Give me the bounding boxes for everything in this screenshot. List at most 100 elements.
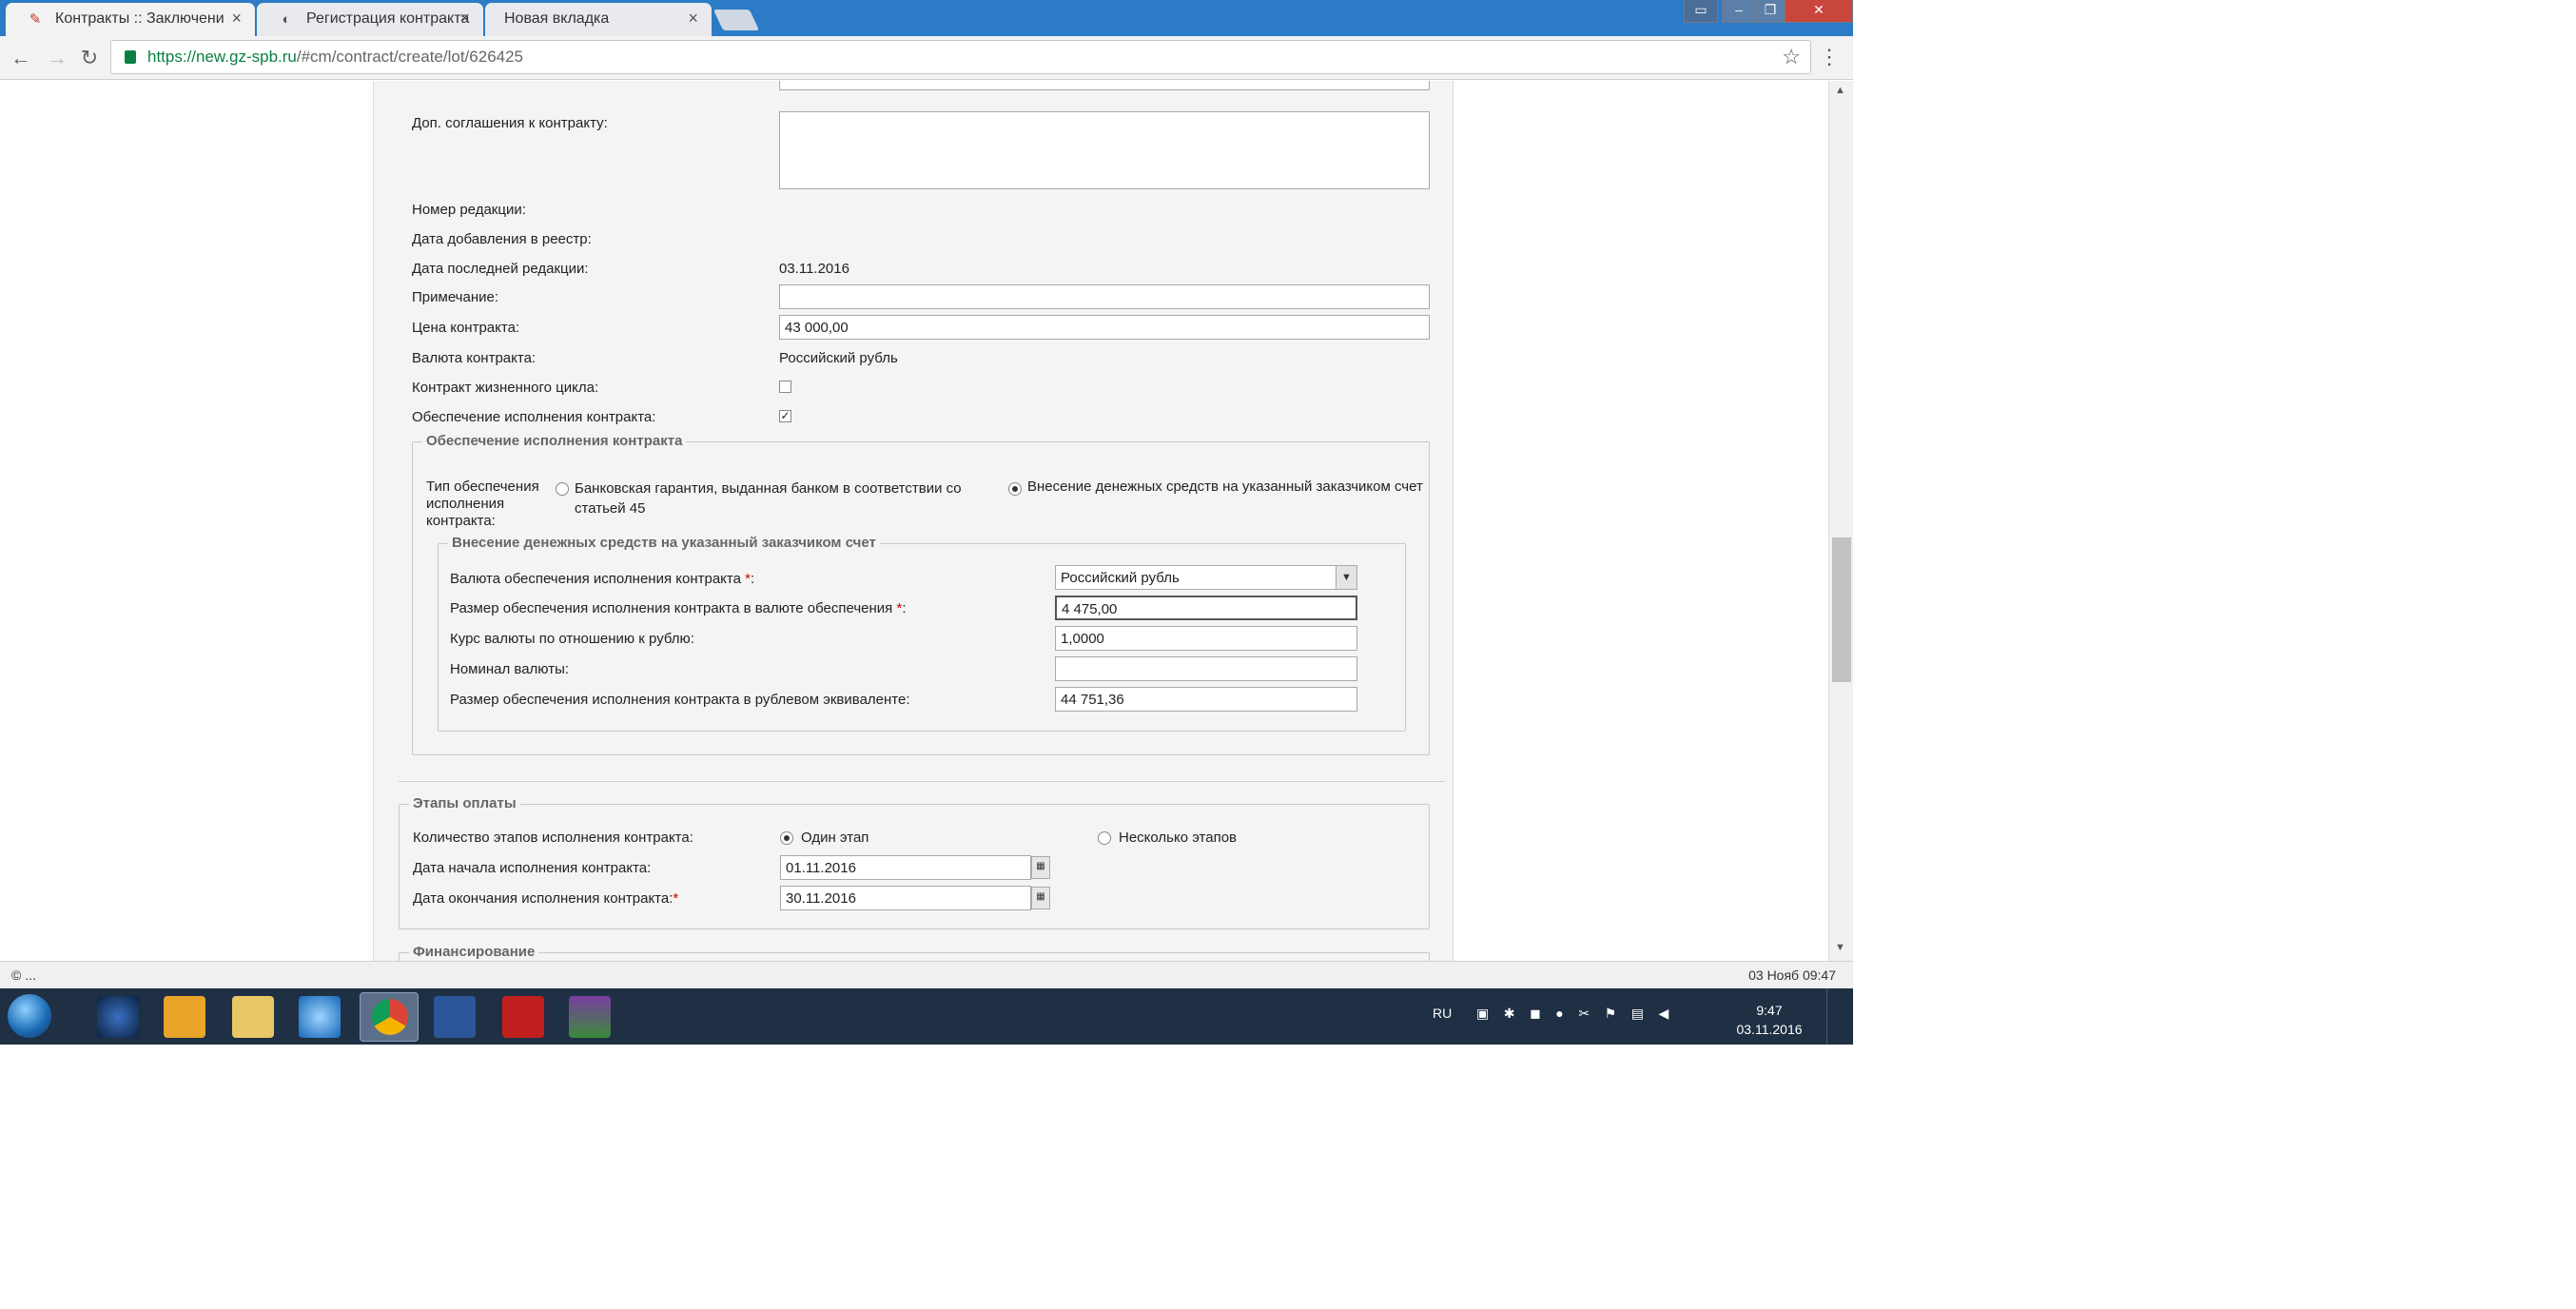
prev-field[interactable] — [779, 81, 1430, 90]
status-left: © ... — [11, 967, 36, 983]
nominal-input[interactable] — [1055, 656, 1357, 681]
scroll-down-icon[interactable]: ▼ — [1835, 942, 1845, 953]
word-icon[interactable] — [434, 996, 476, 1038]
red-app-icon[interactable] — [502, 996, 544, 1038]
cena-input[interactable]: 43 000,00 — [779, 315, 1430, 340]
stage-many-label: Несколько этапов — [1119, 830, 1238, 846]
deposit-legend: Внесение денежных средств на указанный з… — [448, 535, 880, 551]
bluetooth-icon[interactable]: ✱ — [1504, 1006, 1515, 1021]
tab-title: Новая вкладка — [504, 10, 610, 27]
taskbar: RU ▣ ✱ ◼ ● ✂ ⚑ ▤ ◀ 9:47 03.11.2016 — [0, 988, 1853, 1045]
scroll-up-icon[interactable]: ▲ — [1835, 85, 1845, 96]
security-option1-radio[interactable] — [556, 482, 569, 496]
bookmark-star-icon[interactable]: ☆ — [1782, 45, 1801, 69]
amount-label: Размер обеспечения исполнения контракта … — [450, 600, 907, 616]
stages-label: Количество этапов исполнения контракта: — [413, 830, 693, 846]
zhizn-checkbox[interactable] — [779, 381, 791, 393]
tab-registration[interactable]: ◐ Регистрация контракта × — [257, 3, 483, 36]
flag-app-icon[interactable] — [569, 996, 611, 1038]
tray-flag-icon[interactable]: ⚑ — [1605, 1006, 1617, 1021]
calendar-icon[interactable]: ▦ — [1031, 887, 1050, 909]
start-date-input[interactable]: 01.11.2016 — [780, 855, 1031, 880]
dop-textarea[interactable] — [779, 111, 1430, 189]
explorer-folder-icon[interactable] — [232, 996, 274, 1038]
financing-legend: Финансирование — [409, 944, 539, 960]
rate-label: Курс валюты по отношению к рублю: — [450, 631, 694, 647]
clock[interactable]: 9:47 03.11.2016 — [1722, 1001, 1817, 1039]
tray-tools-icon[interactable]: ✂ — [1578, 1006, 1590, 1021]
vertical-scrollbar[interactable]: ▲ ▼ — [1828, 81, 1853, 961]
reload-icon[interactable]: ↻ — [76, 45, 103, 71]
stage-many-radio[interactable] — [1098, 831, 1111, 845]
data-posl-value: 03.11.2016 — [779, 261, 849, 277]
screen: ✎ Контракты :: Заключени × ◐ Регистрация… — [0, 0, 1853, 1045]
start-date-label: Дата начала исполнения контракта: — [413, 860, 652, 876]
nomer-label: Номер редакции: — [412, 202, 526, 218]
new-tab-button[interactable] — [712, 10, 760, 30]
deposit-fieldset: Внесение денежных средств на указанный з… — [438, 535, 1406, 732]
close-icon[interactable]: × — [688, 9, 698, 29]
forward-icon[interactable]: → — [44, 45, 70, 71]
cena-label: Цена контракта: — [412, 320, 520, 336]
app-globe-icon[interactable] — [97, 996, 139, 1038]
lock-icon — [125, 50, 136, 64]
minimize-button[interactable]: – — [1722, 0, 1756, 23]
rub-label: Размер обеспечения исполнения контракта … — [450, 692, 910, 708]
amount-input[interactable]: 4 475,00 — [1055, 596, 1357, 620]
rub-input[interactable]: 44 751,36 — [1055, 687, 1357, 712]
scroll-thumb[interactable] — [1832, 537, 1851, 682]
outlook-icon[interactable] — [164, 996, 205, 1038]
end-date-label: Дата окончания исполнения контракта:* — [413, 890, 679, 907]
close-icon[interactable]: × — [459, 9, 470, 29]
page-content: Доп. соглашения к контракту: Номер редак… — [0, 81, 1828, 961]
network-icon[interactable]: ▤ — [1631, 1006, 1644, 1021]
language-indicator[interactable]: RU — [1433, 1006, 1452, 1021]
nominal-label: Номинал валюты: — [450, 661, 570, 677]
tray-green-icon[interactable]: ● — [1555, 1006, 1563, 1021]
contract-favicon-icon: ✎ — [29, 11, 42, 28]
globe-favicon-icon: ◐ — [282, 11, 291, 28]
tab-title: Регистрация контракта — [306, 10, 470, 27]
tab-contracts[interactable]: ✎ Контракты :: Заключени × — [6, 3, 255, 36]
address-bar[interactable]: https://new.gz-spb.ru/#cm/contract/creat… — [110, 40, 1811, 74]
chrome-icon[interactable] — [360, 992, 419, 1042]
tab-new[interactable]: Новая вкладка × — [485, 3, 712, 36]
close-icon[interactable]: × — [231, 9, 242, 29]
tray-icons: ▣ ✱ ◼ ● ✂ ⚑ ▤ ◀ — [1476, 1006, 1669, 1022]
end-date-input[interactable]: 30.11.2016 — [780, 886, 1031, 910]
currency-select[interactable]: Российский рубль ▼ — [1055, 565, 1357, 590]
status-bar: © ... 03 Нояб 09:47 — [0, 961, 1853, 988]
zhizn-label: Контракт жизненного цикла: — [412, 380, 599, 396]
close-window-button[interactable]: ✕ — [1785, 0, 1853, 23]
security-option2-label: Внесение денежных средств на указанный з… — [1027, 479, 1423, 495]
browser-menu-icon[interactable]: ⋮ — [1819, 45, 1840, 69]
security-fieldset: Обеспечение исполнения контракта Тип обе… — [412, 433, 1430, 755]
security-option2-radio[interactable] — [1008, 482, 1022, 496]
tab-title: Контракты :: Заключени — [55, 10, 224, 27]
internet-explorer-icon[interactable] — [299, 996, 341, 1038]
volume-icon[interactable]: ◀ — [1659, 1006, 1669, 1021]
status-right: 03 Нояб 09:47 — [1748, 967, 1836, 983]
back-icon[interactable]: ← — [8, 45, 34, 71]
tray-monitor-icon[interactable]: ▣ — [1476, 1006, 1489, 1021]
maximize-button[interactable]: ❐ — [1756, 0, 1785, 23]
calendar-icon[interactable]: ▦ — [1031, 856, 1050, 879]
stage-one-radio[interactable] — [780, 831, 793, 845]
show-desktop-button[interactable] — [1826, 988, 1853, 1045]
obesp-checkbox[interactable]: ✓ — [779, 410, 791, 422]
valuta-label: Валюта контракта: — [412, 350, 537, 366]
primechanie-input[interactable] — [779, 284, 1430, 309]
user-profile-button[interactable]: ▭ — [1684, 0, 1718, 23]
currency-label: Валюта обеспечения исполнения контракта … — [450, 571, 755, 587]
chevron-down-icon[interactable]: ▼ — [1336, 566, 1356, 589]
obesp-label: Обеспечение исполнения контракта: — [412, 409, 656, 425]
security-type-label: Тип обеспечения исполнения контракта: — [426, 479, 539, 529]
tray-app-icon[interactable]: ◼ — [1530, 1006, 1541, 1021]
security-legend: Обеспечение исполнения контракта — [422, 433, 687, 449]
data-posl-label: Дата последней редакции: — [412, 261, 589, 277]
chrome-logo-icon — [372, 999, 408, 1035]
start-orb-icon[interactable] — [8, 994, 51, 1038]
rate-input[interactable]: 1,0000 — [1055, 626, 1357, 651]
financing-fieldset: Финансирование — [399, 944, 1430, 961]
browser-toolbar: ← → ↻ https://new.gz-spb.ru/#cm/contract… — [0, 36, 1853, 80]
